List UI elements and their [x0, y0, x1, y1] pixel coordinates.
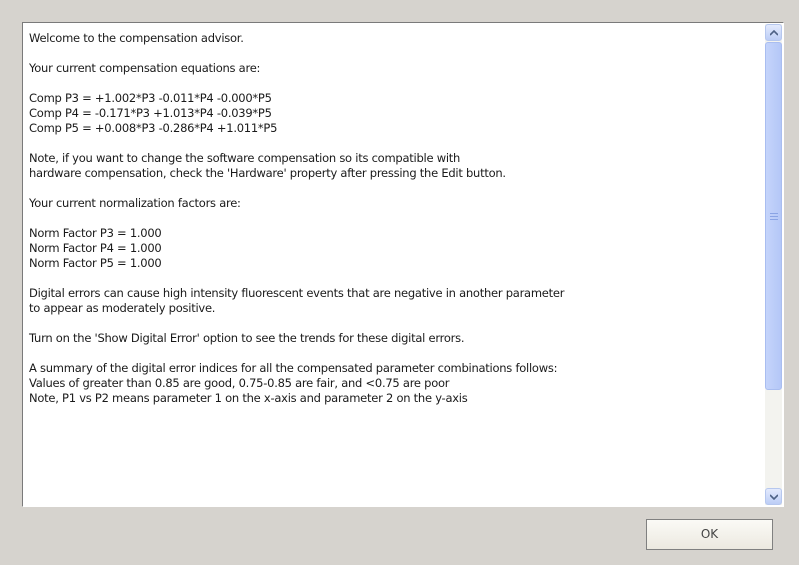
advisor-text-line: Comp P4 = -0.171*P3 +1.013*P4 -0.039*P5: [29, 106, 272, 120]
ok-button[interactable]: OK: [646, 519, 773, 550]
scroll-up-button[interactable]: [765, 24, 782, 41]
scroll-down-button[interactable]: [765, 488, 782, 505]
scroll-thumb[interactable]: [765, 42, 782, 390]
advisor-text-line: Comp P5 = +0.008*P3 -0.286*P4 +1.011*P5: [29, 121, 278, 135]
chevron-up-icon: [770, 30, 778, 36]
advisor-text-line: Digital errors can cause high intensity …: [29, 286, 565, 300]
advisor-text-area[interactable]: Welcome to the compensation advisor. Your…: [22, 22, 784, 507]
vertical-scrollbar[interactable]: [765, 24, 782, 505]
advisor-text-line: Norm Factor P4 = 1.000: [29, 241, 162, 255]
scroll-grip-line: [770, 213, 778, 214]
advisor-text-line: Norm Factor P5 = 1.000: [29, 256, 162, 270]
compensation-advisor-dialog: Welcome to the compensation advisor. Your…: [0, 0, 799, 565]
advisor-text-line: Turn on the 'Show Digital Error' option …: [29, 331, 465, 345]
advisor-text-line: Comp P3 = +1.002*P3 -0.011*P4 -0.000*P5: [29, 91, 272, 105]
advisor-text-line: Note, P1 vs P2 means parameter 1 on the …: [29, 391, 468, 405]
scroll-grip-line: [770, 219, 778, 220]
advisor-text-line: Norm Factor P3 = 1.000: [29, 226, 162, 240]
scroll-grip-line: [770, 216, 778, 217]
advisor-text-line: hardware compensation, check the 'Hardwa…: [29, 166, 506, 180]
advisor-text-content: Welcome to the compensation advisor. Your…: [29, 31, 759, 406]
advisor-text-line: Note, if you want to change the software…: [29, 151, 461, 165]
chevron-down-icon: [770, 494, 778, 500]
advisor-text-line: to appear as moderately positive.: [29, 301, 216, 315]
advisor-text-line: Your current normalization factors are:: [29, 196, 241, 210]
advisor-text-line: Values of greater than 0.85 are good, 0.…: [29, 376, 450, 390]
advisor-text-line: Your current compensation equations are:: [29, 61, 261, 75]
advisor-text-line: Welcome to the compensation advisor.: [29, 31, 244, 45]
advisor-text-line: A summary of the digital error indices f…: [29, 361, 558, 375]
